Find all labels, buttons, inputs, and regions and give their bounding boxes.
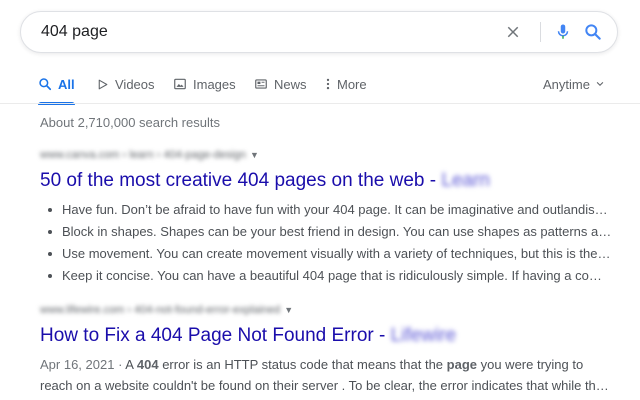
date-separator: · <box>114 357 126 372</box>
tab-more[interactable]: More <box>325 64 367 104</box>
result-title-link[interactable]: How to Fix a 404 Page Not Found Error - … <box>40 324 620 348</box>
snippet-text: A <box>125 357 137 372</box>
result-snippet: Apr 16, 2021 · A 404 error is an HTTP st… <box>40 354 610 396</box>
result-url-text: www.canva.com › learn › 404-page-design <box>40 149 247 161</box>
microphone-icon <box>557 24 569 39</box>
more-vert-icon <box>325 77 331 91</box>
snippet-line: Apr 16, 2021 · A 404 error is an HTTP st… <box>40 354 610 375</box>
result-title-text: 50 of the most creative 404 pages on the… <box>40 170 425 191</box>
result-url-text: www.lifewire.com › 404-not-found-error-e… <box>40 304 281 316</box>
result-title-site: Learn <box>441 170 490 191</box>
tab-label: All <box>58 76 75 92</box>
search-submit-button[interactable] <box>577 12 609 52</box>
result-title-site: Lifewire <box>390 325 457 346</box>
search-input[interactable] <box>41 12 491 52</box>
result-stats: About 2,710,000 search results <box>40 115 220 130</box>
tab-videos[interactable]: Videos <box>96 64 155 104</box>
list-item: Keep it concise. You can have a beautifu… <box>40 265 612 287</box>
newspaper-icon <box>254 77 268 91</box>
tab-all[interactable]: All <box>38 64 75 105</box>
snippet-line: reach on a website couldn't be found on … <box>40 378 610 393</box>
list-item: Use movement. You can create movement vi… <box>40 243 612 265</box>
search-bar-divider <box>540 22 541 42</box>
list-item: Block in shapes. Shapes can be your best… <box>40 221 612 243</box>
image-icon <box>173 77 187 91</box>
tab-news[interactable]: News <box>254 64 307 104</box>
snippet-text: error is an HTTP status code that means … <box>158 357 447 372</box>
result-url: www.lifewire.com › 404-not-found-error-e… <box>40 302 620 318</box>
result-title-text: How to Fix a 404 Page Not Found Error <box>40 325 374 346</box>
chevron-down-icon <box>595 79 605 89</box>
clear-search-button[interactable] <box>497 12 529 52</box>
play-icon <box>96 78 109 91</box>
tab-label: Images <box>193 76 236 92</box>
result-title-separator: - <box>373 325 391 346</box>
chevron-down-icon[interactable]: ▼ <box>250 147 259 163</box>
search-result: www.canva.com › learn › 404-page-design … <box>40 147 620 287</box>
tab-images[interactable]: Images <box>173 64 236 104</box>
search-icon <box>38 77 52 91</box>
tab-label: More <box>337 76 367 92</box>
search-bar <box>20 11 618 53</box>
result-title-separator: - <box>424 170 442 191</box>
search-icon <box>585 24 601 40</box>
tab-label: Videos <box>115 76 155 92</box>
chevron-down-icon[interactable]: ▼ <box>284 302 293 318</box>
snippet-highlight: page <box>446 357 477 372</box>
result-date: Apr 16, 2021 <box>40 357 115 372</box>
result-bullet-list: Have fun. Don’t be afraid to have fun wi… <box>40 199 620 287</box>
snippet-text: you were trying to <box>477 357 584 372</box>
close-icon <box>507 26 519 38</box>
result-url: www.canva.com › learn › 404-page-design … <box>40 147 620 163</box>
search-result: www.lifewire.com › 404-not-found-error-e… <box>40 302 620 396</box>
anytime-dropdown[interactable]: Anytime <box>543 64 605 104</box>
snippet-highlight: 404 <box>136 357 159 372</box>
voice-search-button[interactable] <box>547 12 579 52</box>
list-item: Have fun. Don’t be afraid to have fun wi… <box>40 199 612 221</box>
anytime-label: Anytime <box>543 76 590 92</box>
tab-label: News <box>274 76 307 92</box>
search-tabs: All Videos Images News More Anytime <box>0 64 640 105</box>
result-title-link[interactable]: 50 of the most creative 404 pages on the… <box>40 169 620 193</box>
tabs-divider <box>0 103 640 104</box>
